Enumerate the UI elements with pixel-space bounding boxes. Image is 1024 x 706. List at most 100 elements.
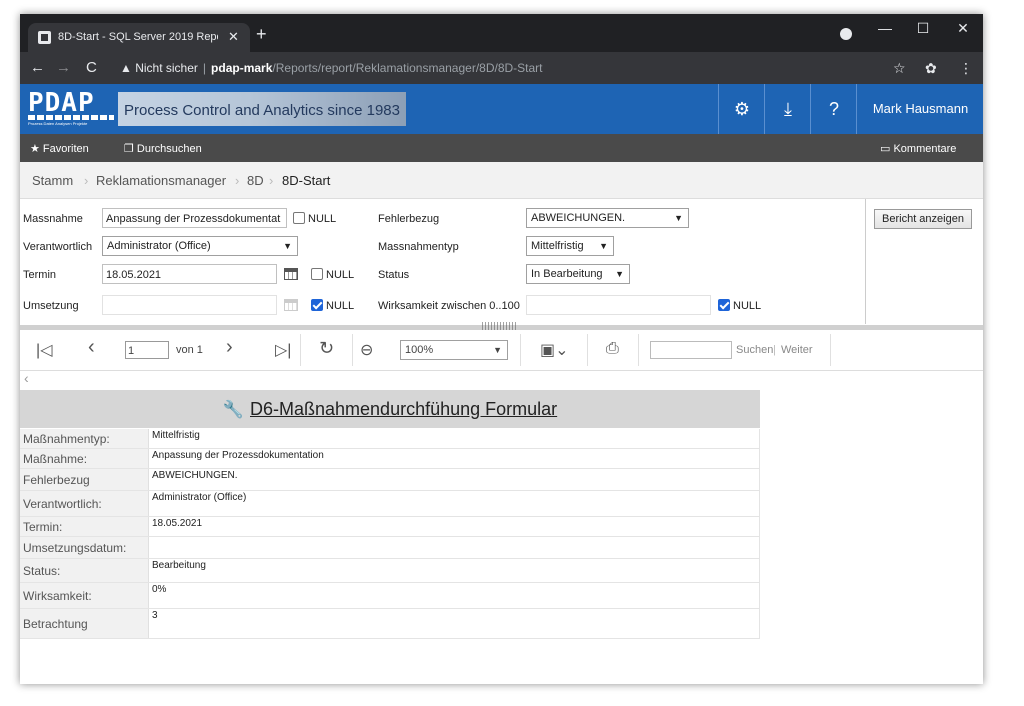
user-menu[interactable]: Mark Hausmann — [856, 84, 983, 134]
breadcrumb-separator: › — [269, 173, 274, 188]
breadcrumb-item-8d[interactable]: 8D — [247, 173, 264, 188]
profile-icon[interactable] — [840, 28, 852, 40]
minimize-icon[interactable]: — — [875, 20, 895, 36]
pdap-logo[interactable]: PDAP Prozess Daten Analysen Projekte — [28, 88, 118, 126]
table-row: Maßnahme: Anpassung der Prozessdokumentat… — [20, 449, 760, 469]
massnahme-label: Massnahme — [23, 213, 83, 225]
bookmark-star-icon[interactable]: ☆ — [893, 60, 906, 77]
termin-input[interactable]: 18.05.2021 — [102, 264, 277, 284]
next-page-icon[interactable]: › — [226, 336, 233, 359]
logo-text: PDAP — [28, 88, 95, 118]
report-title-text: D6-Maßnahmendurchfühung Formular — [250, 399, 558, 419]
first-page-icon[interactable]: |◁ — [36, 340, 52, 360]
row-value: Mittelfristig — [149, 429, 760, 448]
forward-icon[interactable]: → — [56, 59, 71, 76]
reload-icon[interactable]: C — [86, 59, 97, 76]
umsetzung-null-checkbox[interactable] — [311, 299, 323, 311]
row-value: ABWEICHUNGEN. — [149, 469, 760, 490]
chevron-down-icon: ▼ — [615, 269, 624, 279]
export-save-icon[interactable]: ▣⌄ — [540, 340, 569, 360]
table-row: Maßnahmentyp: Mittelfristig — [20, 429, 760, 449]
calendar-icon[interactable] — [284, 267, 298, 281]
browser-window: 8D-Start - SQL Server 2019 Repo ✕ + — ☐ … — [20, 14, 983, 684]
tab-close-icon[interactable]: ✕ — [228, 29, 239, 45]
verantwortlich-select[interactable]: Administrator (Office) ▼ — [102, 236, 298, 256]
massnahmentyp-select[interactable]: Mittelfristig ▼ — [526, 236, 614, 256]
comments-link[interactable]: ▭ Kommentare — [880, 142, 956, 155]
view-report-button[interactable]: Bericht anzeigen — [874, 209, 972, 229]
zoom-select[interactable]: 100% ▼ — [400, 340, 508, 360]
row-key: Termin: — [20, 517, 149, 536]
breadcrumb-separator: › — [235, 173, 240, 188]
umsetzung-input[interactable] — [102, 295, 277, 315]
comments-label: Kommentare — [893, 143, 957, 155]
report-favicon-icon — [38, 31, 51, 44]
row-key: Maßnahme: — [20, 449, 149, 468]
extension-icon[interactable]: ✿ — [925, 60, 937, 77]
massnahmentyp-value: Mittelfristig — [531, 240, 584, 252]
report-toolbar: |◁ ‹ 1 von 1 › ▷| ↻ ⊖ 100% ▼ ▣⌄ ⎙ Suchen … — [20, 330, 983, 371]
kebab-menu-icon[interactable]: ⋮ — [959, 60, 973, 77]
print-icon[interactable]: ⎙ — [606, 340, 619, 358]
status-value: In Bearbeitung — [531, 268, 603, 280]
breadcrumb-item-reklamationsmanager[interactable]: Reklamationsmanager — [96, 173, 226, 188]
browser-tab[interactable]: 8D-Start - SQL Server 2019 Repo ✕ — [28, 23, 250, 52]
app-header: PDAP Prozess Daten Analysen Projekte Pro… — [20, 84, 983, 134]
chevron-down-icon: ▼ — [493, 345, 502, 355]
close-window-icon[interactable]: ✕ — [953, 20, 973, 37]
url-field[interactable]: ▲ Nicht sicher | pdap-mark/Reports/report/… — [120, 61, 543, 75]
logo-subtitle: Prozess Daten Analysen Projekte — [28, 121, 88, 126]
table-row: Betrachtung 3 — [20, 609, 760, 639]
back-icon[interactable]: ← — [30, 59, 45, 76]
row-value: Administrator (Office) — [149, 491, 760, 516]
maximize-icon[interactable]: ☐ — [913, 20, 933, 37]
download-icon[interactable]: ⤓ — [764, 84, 811, 134]
calendar-icon[interactable] — [284, 298, 298, 312]
row-key: Maßnahmentyp: — [20, 429, 149, 448]
row-key: Fehlerbezug — [20, 469, 149, 490]
table-row: Fehlerbezug ABWEICHUNGEN. — [20, 469, 760, 491]
breadcrumb-item-current: 8D-Start — [282, 173, 331, 188]
massnahme-input[interactable]: Anpassung der Prozessdokumentat — [102, 208, 287, 228]
umsetzung-label: Umsetzung — [23, 300, 79, 312]
massnahme-null-checkbox[interactable] — [293, 212, 305, 224]
row-key: Betrachtung — [20, 609, 149, 638]
back-to-parent-icon[interactable]: ⊖ — [360, 340, 373, 360]
favorites-link[interactable]: ★ Favoriten — [30, 142, 89, 155]
verantwortlich-label: Verantwortlich — [23, 241, 93, 253]
chevron-down-icon: ▼ — [283, 241, 292, 251]
previous-page-icon[interactable]: ‹ — [88, 336, 95, 359]
find-next-button[interactable]: Weiter — [781, 344, 813, 356]
new-tab-button[interactable]: + — [256, 24, 267, 45]
browser-titlebar: 8D-Start - SQL Server 2019 Repo ✕ + — ☐ … — [20, 14, 983, 52]
tab-title: 8D-Start - SQL Server 2019 Repo — [58, 31, 218, 43]
null-label: NULL — [308, 213, 337, 225]
browse-link[interactable]: ❐ Durchsuchen — [124, 142, 202, 155]
termin-null-checkbox[interactable] — [311, 268, 323, 280]
url-host: pdap-mark — [211, 61, 273, 75]
last-page-icon[interactable]: ▷| — [275, 340, 291, 360]
wirksamkeit-input[interactable] — [526, 295, 711, 315]
refresh-icon[interactable]: ↻ — [319, 338, 334, 359]
settings-gear-icon[interactable]: ⚙ — [718, 84, 765, 134]
table-row: Verantwortlich: Administrator (Office) — [20, 491, 760, 517]
find-input[interactable] — [650, 341, 732, 359]
massnahmentyp-label: Massnahmentyp — [378, 241, 459, 253]
find-button[interactable]: Suchen — [736, 344, 773, 356]
url-path: /Reports/report/Reklamationsmanager/8D/8… — [272, 61, 543, 75]
page-number-input[interactable]: 1 — [125, 341, 169, 359]
breadcrumb-item-stamm[interactable]: Stamm — [32, 173, 73, 188]
status-select[interactable]: In Bearbeitung ▼ — [526, 264, 630, 284]
report-title[interactable]: 🔧 D6-Maßnahmendurchfühung Formular — [20, 390, 760, 428]
wirksamkeit-null-checkbox[interactable] — [718, 299, 730, 311]
header-banner: Process Control and Analytics since 1983 — [118, 92, 406, 126]
scroll-left-icon[interactable]: ‹ — [24, 370, 29, 386]
favorites-label: Favoriten — [42, 143, 89, 155]
wrench-icon: 🔧 — [222, 400, 244, 419]
fehlerbezug-select[interactable]: ABWEICHUNGEN. ▼ — [526, 208, 689, 228]
termin-label: Termin — [23, 269, 57, 281]
null-label: NULL — [326, 300, 355, 312]
row-value: 0% — [149, 583, 760, 608]
banner-text: Process Control and Analytics since 1983 — [124, 102, 400, 119]
help-icon[interactable]: ? — [810, 84, 857, 134]
